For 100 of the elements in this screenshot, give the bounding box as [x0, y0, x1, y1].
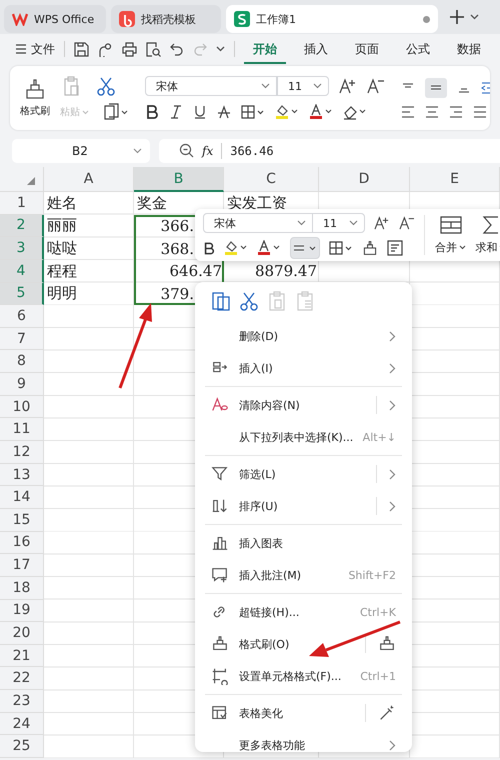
grow-font-icon[interactable]	[339, 78, 357, 94]
row-header[interactable]: 14	[0, 486, 44, 509]
row-header[interactable]: 15	[0, 508, 44, 532]
font-size-select[interactable]: 11	[312, 213, 365, 233]
row-header[interactable]: 17	[0, 554, 44, 577]
formula-field[interactable]: fx 366.46	[159, 138, 500, 162]
column-header[interactable]: D	[319, 167, 410, 192]
copy-icon[interactable]	[103, 103, 129, 121]
name-box[interactable]: B2	[12, 138, 150, 162]
row-header[interactable]: 21	[0, 644, 44, 668]
ribbon-tab[interactable]: 插入	[295, 34, 337, 64]
cut-icon[interactable]	[239, 291, 259, 311]
row-header[interactable]: 12	[0, 441, 44, 464]
select-all-icon[interactable]	[27, 177, 35, 185]
font-size-select[interactable]: 11	[277, 76, 329, 96]
caret-icon[interactable]	[216, 46, 225, 52]
menu-item[interactable]: 筛选(L)	[205, 455, 402, 490]
row-header[interactable]: 1	[0, 192, 44, 215]
border-icon[interactable]	[329, 241, 353, 255]
undo-icon[interactable]	[170, 42, 184, 56]
bold-icon[interactable]	[203, 242, 215, 254]
copy-icon[interactable]	[211, 291, 231, 311]
function-label[interactable]: fx	[202, 144, 214, 158]
caret-icon	[133, 148, 142, 154]
row-header[interactable]: 6	[0, 305, 44, 328]
font-select[interactable]: 宋体	[203, 213, 313, 233]
shrink-font-icon[interactable]	[367, 78, 385, 94]
column-header[interactable]: E	[410, 167, 500, 192]
align-left-icon[interactable]	[401, 106, 415, 118]
menu-item[interactable]: 插入图表	[205, 524, 402, 559]
print-icon[interactable]	[122, 42, 137, 56]
cut-icon[interactable]	[96, 76, 116, 96]
menu-item[interactable]: 清除内容(N)	[205, 386, 402, 421]
font-color-icon[interactable]	[257, 240, 281, 256]
row-header[interactable]: 7	[0, 328, 44, 350]
wrap-text-icon[interactable]	[387, 240, 403, 256]
menu-item[interactable]: 删除(D)	[205, 320, 402, 352]
column-header[interactable]: B	[134, 167, 224, 192]
menu-item[interactable]: 超链接(H)... Ctrl+K	[205, 593, 402, 628]
row-header[interactable]: 25	[0, 735, 44, 758]
row-header[interactable]: 19	[0, 600, 44, 622]
italic-icon[interactable]	[169, 105, 183, 119]
border-icon[interactable]	[241, 105, 265, 119]
menu-item[interactable]: 更多表格功能	[205, 729, 402, 760]
format-painter-button[interactable]: 格式刷	[20, 78, 50, 118]
fill-color-icon[interactable]	[224, 240, 248, 256]
app-tab[interactable]: 找稻壳模板	[111, 5, 221, 33]
align-middle-icon[interactable]	[425, 78, 447, 98]
row-header[interactable]: 16	[0, 532, 44, 554]
ribbon-tab[interactable]: 数据	[448, 34, 490, 64]
row-header[interactable]: 5	[0, 282, 44, 306]
row-header[interactable]: 13	[0, 464, 44, 486]
app-tab[interactable]: WPS Office	[4, 5, 106, 33]
column-header[interactable]: C	[224, 167, 319, 192]
save-icon[interactable]	[74, 42, 89, 56]
row-header[interactable]: 23	[0, 690, 44, 713]
row-header[interactable]: 3	[0, 237, 44, 260]
menu-item[interactable]: 从下拉列表中选择(K)... Alt+↓	[205, 421, 402, 453]
row-header[interactable]: 11	[0, 418, 44, 442]
menu-item[interactable]: 排序(U)	[205, 490, 402, 522]
ribbon-tab[interactable]: 页面	[346, 34, 388, 64]
ribbon-tab[interactable]: 公式	[397, 34, 439, 64]
print-preview-icon[interactable]	[146, 42, 161, 56]
shrink-font-icon[interactable]	[399, 216, 415, 230]
sum-button[interactable]: 求和	[474, 216, 500, 254]
justify-icon[interactable]	[473, 106, 487, 118]
app-tab[interactable]: 工作簿1	[226, 5, 438, 33]
row-header[interactable]: 22	[0, 667, 44, 690]
align-right-icon[interactable]	[449, 106, 463, 118]
row-header[interactable]: 9	[0, 373, 44, 396]
wand-icon[interactable]	[378, 704, 396, 722]
grow-font-icon[interactable]	[374, 216, 390, 230]
font-color-icon[interactable]	[309, 104, 333, 120]
font-select[interactable]: 宋体	[145, 76, 277, 96]
underline-icon[interactable]	[193, 105, 207, 119]
strikethrough-icon[interactable]	[217, 105, 231, 119]
ribbon-tab[interactable]: 开始	[244, 34, 286, 64]
menu-item[interactable]: 表格美化	[205, 694, 402, 729]
caret-icon[interactable]	[470, 14, 479, 20]
eraser-icon[interactable]	[343, 104, 367, 120]
menu-item[interactable]: 设置单元格格式(F)... Ctrl+1	[205, 660, 402, 692]
merge-button[interactable]: 合并	[434, 216, 467, 254]
zoom-out-icon[interactable]	[179, 143, 194, 158]
menu-item[interactable]: 插入(I)	[205, 352, 402, 384]
menu-item[interactable]: 格式刷(O)	[205, 628, 402, 660]
row-header[interactable]: 10	[0, 396, 44, 418]
file-menu[interactable]: 文件	[16, 40, 55, 58]
row-header[interactable]: 4	[0, 260, 44, 283]
row-header[interactable]: 2	[0, 214, 44, 238]
row-header[interactable]: 8	[0, 350, 44, 374]
bold-icon[interactable]	[145, 105, 159, 119]
column-header[interactable]: A	[44, 167, 134, 192]
menu-item[interactable]: 插入批注(M) Shift+F2	[205, 559, 402, 591]
row-header[interactable]: 18	[0, 576, 44, 600]
row-header[interactable]: 20	[0, 622, 44, 645]
row-header[interactable]: 24	[0, 712, 44, 736]
fill-color-icon[interactable]	[275, 104, 299, 120]
align-center-icon[interactable]	[425, 106, 439, 118]
align-button[interactable]	[290, 237, 320, 259]
new-tab-icon[interactable]	[449, 9, 465, 25]
